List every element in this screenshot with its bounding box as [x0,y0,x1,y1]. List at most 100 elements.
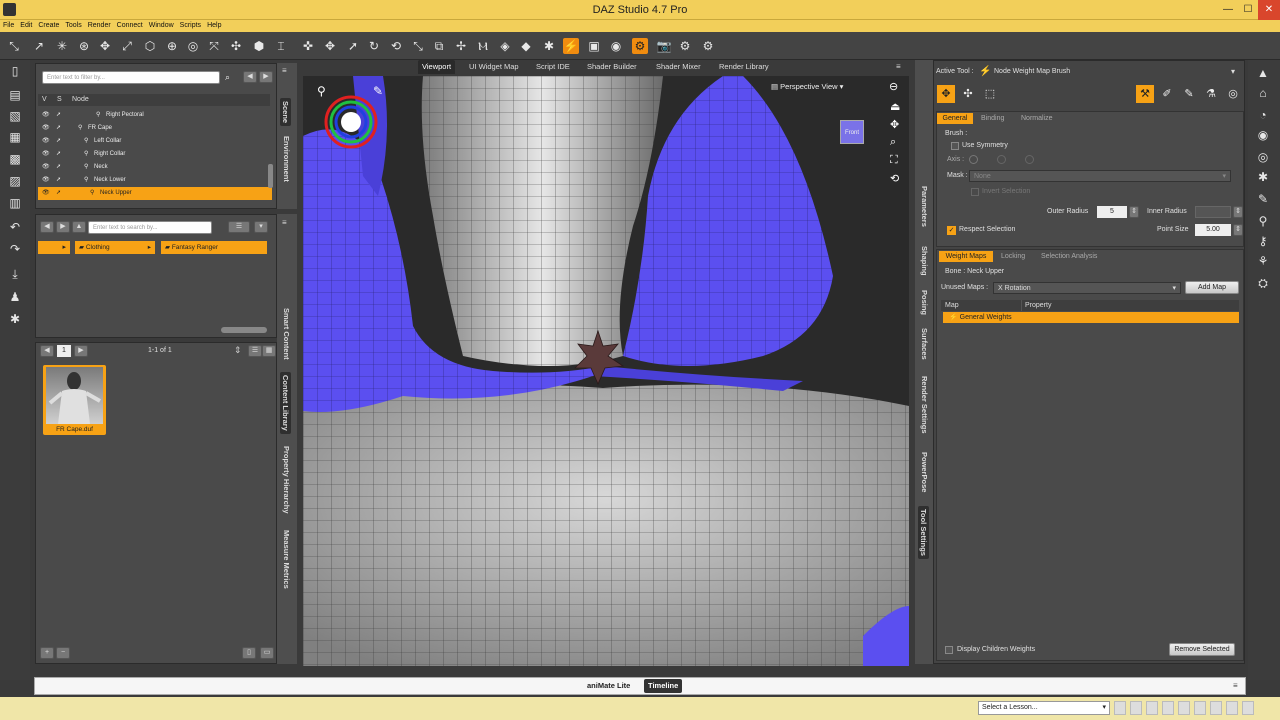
use-symmetry-checkbox[interactable] [951,142,959,150]
inner-radius-spin[interactable]: ⇕ [1233,206,1243,218]
menu-tools[interactable]: Tools [62,20,84,32]
right-collapse-icon[interactable]: ▲ [1254,64,1272,82]
menu-file[interactable]: File [0,20,17,32]
point-size-spin[interactable]: ⇕ [1233,224,1243,236]
pen-icon[interactable]: ✎ [1254,190,1272,208]
nav-back-icon[interactable]: ◀ [243,71,257,83]
tab-viewport[interactable]: Viewport [418,60,456,74]
close-icon[interactable]: ✕ [1258,0,1280,20]
maximize-icon[interactable]: ☐ [1238,0,1258,20]
tab-ui-widget-map[interactable]: UI Widget Map [465,60,523,74]
frame-icon[interactable]: ⛶ [890,154,898,167]
save-icon[interactable]: ▦ [6,128,24,146]
face-icon[interactable]: ◉ [1254,126,1272,144]
wm-tab-weight-maps[interactable]: Weight Maps [939,251,993,262]
surface-icon[interactable]: ◎ [185,38,201,54]
subtab-normalize[interactable]: Normalize [1021,115,1053,122]
node-selection-icon[interactable]: ⤡ [6,38,22,54]
new-file-icon[interactable]: ▯ [6,62,24,80]
settings-icon[interactable]: ✱ [1254,168,1272,186]
move-icon[interactable]: ✜ [300,38,316,54]
drop-icon[interactable]: ⤓ [6,265,24,283]
lesson-step-3[interactable] [1162,701,1174,715]
eye-icon[interactable]: 👁 [42,187,50,200]
list-view-icon[interactable]: ☰ [248,345,262,357]
remove-selected-button[interactable]: Remove Selected [1169,643,1235,656]
nav-forward-icon[interactable]: ▶ [259,71,273,83]
grid-view-icon[interactable]: ▦ [262,345,276,357]
camera-settings-icon[interactable]: ◎ [1254,148,1272,166]
eye-icon[interactable]: 👁 [42,174,50,187]
figure-icon[interactable]: ♟ [6,288,24,306]
undo-icon[interactable]: ↶ [6,218,24,236]
tab-environment[interactable]: Environment [282,136,291,182]
brush-erase-icon[interactable]: ✎ [1180,85,1198,103]
select-arrow-icon[interactable]: ➚ [56,174,61,187]
rotate-icon[interactable]: ⊛ [76,38,92,54]
tab-script-ide[interactable]: Script IDE [532,60,574,74]
editor-icon[interactable]: ⬢ [251,38,267,54]
viewport-menu-icon[interactable]: ≡ [896,62,906,71]
mask-dropdown[interactable]: None ▾ [969,170,1231,182]
scene-row[interactable]: 👁 ➚ ⚲ Right Pectoral [38,109,272,122]
view-dropdown[interactable]: ▤ Perspective View ▾ [771,82,843,91]
menu-create[interactable]: Create [35,20,62,32]
tab-tool-settings[interactable]: Tool Settings [918,506,929,559]
measure-icon[interactable]: ⌶ [273,38,289,54]
scene-scrollbar[interactable] [268,164,273,188]
render-icon[interactable]: ⚙ [632,38,648,54]
lesson-step-6[interactable] [1210,701,1222,715]
menu-edit[interactable]: Edit [17,20,35,32]
render-settings-icon[interactable]: ⚙ [677,38,693,54]
menu-window[interactable]: Window [146,20,177,32]
axis-z-radio[interactable] [1025,155,1034,164]
axis-x-radio[interactable] [969,155,978,164]
render-to-icon[interactable]: ⚙ [700,38,716,54]
tab-posing[interactable]: Posing [920,290,929,315]
menu-render[interactable]: Render [85,20,114,32]
cube-icon[interactable]: ⬡ [142,38,158,54]
search-icon[interactable]: ⌕ [225,71,237,84]
weight-tool-icon[interactable]: ⛭ [1254,274,1272,292]
scene-filter-input[interactable]: Enter text to filter by... [42,71,220,84]
content-panel-menu-icon[interactable]: ≡ [282,218,292,227]
pose-icon[interactable]: ✱ [6,310,24,328]
merge-icon[interactable]: ▧ [6,107,24,125]
scene-row[interactable]: 👁 ➚ ⚲ Neck Upper [38,187,272,200]
scene-row[interactable]: 👁 ➚ ⚲ Neck [38,161,272,174]
tab-render-settings[interactable]: Render Settings [920,376,929,434]
display-style-icon[interactable]: ⊖ [889,80,898,93]
scene-row[interactable]: 👁 ➚ ⚲ FR Cape [38,122,272,135]
tab-shaping[interactable]: Shaping [920,246,929,276]
content-search-input[interactable]: Enter text to search by... [88,221,212,234]
lesson-help[interactable] [1242,701,1254,715]
lesson-prev[interactable] [1114,701,1126,715]
map-row[interactable]: ⚡ General Weights [943,312,1239,323]
eye-icon[interactable]: 👁 [42,161,50,174]
select-arrow-icon[interactable]: ➚ [56,161,61,174]
brush-paint-icon[interactable]: ⚒ [1136,85,1154,103]
lasso-mode-icon[interactable]: ⬚ [981,85,999,103]
redo-icon[interactable]: ↷ [6,240,24,258]
lesson-next[interactable] [1226,701,1238,715]
content-path-fantasy-ranger[interactable]: ▰ Fantasy Ranger [161,241,267,254]
add-map-button[interactable]: Add Map [1185,281,1239,294]
eye-icon[interactable]: 👁 [42,122,50,135]
region-icon[interactable]: ✣ [228,38,244,54]
surface-select-icon[interactable]: ◈ [497,38,513,54]
content-path-clothing[interactable]: ▰ Clothing ▸ [75,241,155,254]
tab-surfaces[interactable]: Surfaces [920,328,929,360]
tab-shader-mixer[interactable]: Shader Mixer [652,60,705,74]
lock-icon[interactable]: ⚷ [1254,232,1272,250]
select-arrow-icon[interactable]: ➚ [56,135,61,148]
lesson-dropdown[interactable]: Select a Lesson... ▾ [978,701,1110,715]
menu-help[interactable]: Help [204,20,224,32]
panel-menu-icon[interactable]: ≡ [282,66,292,75]
tab-scene[interactable]: Scene [280,98,291,127]
inner-radius-input[interactable] [1195,206,1231,218]
joint-editor-icon[interactable]: ⤢ [119,38,135,54]
lesson-step-5[interactable] [1194,701,1206,715]
camera-icon[interactable]: 📷 [656,38,672,54]
tab-shader-builder[interactable]: Shader Builder [583,60,641,74]
subtab-general[interactable]: General [937,113,973,124]
